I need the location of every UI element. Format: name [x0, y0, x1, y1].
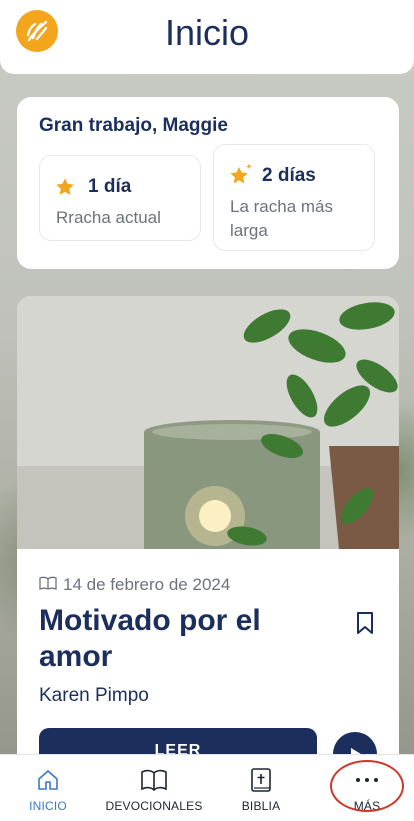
devotional-image: [17, 296, 399, 549]
tab-inicio[interactable]: INICIO: [22, 755, 74, 821]
bookmark-icon[interactable]: [356, 611, 374, 640]
streak-greeting: Gran trabajo, Maggie: [39, 115, 228, 136]
devotional-card[interactable]: 14 de febrero de 2024 Motivado por el am…: [17, 296, 399, 766]
devotional-date: 14 de febrero de 2024: [63, 575, 231, 594]
longest-streak-box: 2 días La racha más larga: [213, 144, 375, 251]
sparkle-star-icon: [228, 162, 254, 193]
longest-streak-label: La racha más larga: [230, 197, 333, 240]
tab-label-devocionales: DEVOCIONALES: [105, 799, 203, 813]
star-icon: [54, 176, 76, 203]
devotional-body: 14 de febrero de 2024 Motivado por el am…: [17, 549, 399, 766]
page-title: Inicio: [164, 12, 250, 53]
tab-label-inicio: INICIO: [29, 799, 67, 813]
annotation-highlight-ring: [330, 760, 404, 812]
book-icon: [141, 767, 167, 793]
current-streak-label: Rracha actual: [56, 208, 161, 227]
longest-streak-value: 2 días: [262, 165, 316, 186]
bible-icon: [250, 767, 272, 793]
devotional-title[interactable]: Motivado por el amor: [39, 603, 329, 675]
home-icon: [36, 767, 60, 793]
tab-label-biblia: BIBLIA: [241, 799, 281, 813]
current-streak-box: 1 día Rracha actual: [39, 155, 201, 241]
tab-devocionales[interactable]: DEVOCIONALES: [104, 755, 204, 821]
app-header: Inicio: [0, 0, 414, 74]
tab-biblia[interactable]: BIBLIA: [236, 755, 286, 821]
devotional-date-row: 14 de febrero de 2024: [39, 575, 230, 595]
streak-card: Gran trabajo, Maggie 1 día Rracha actual…: [17, 97, 399, 269]
open-book-icon: [39, 575, 57, 595]
devotional-author: Karen Pimpo: [39, 685, 149, 706]
current-streak-value: 1 día: [88, 176, 132, 197]
